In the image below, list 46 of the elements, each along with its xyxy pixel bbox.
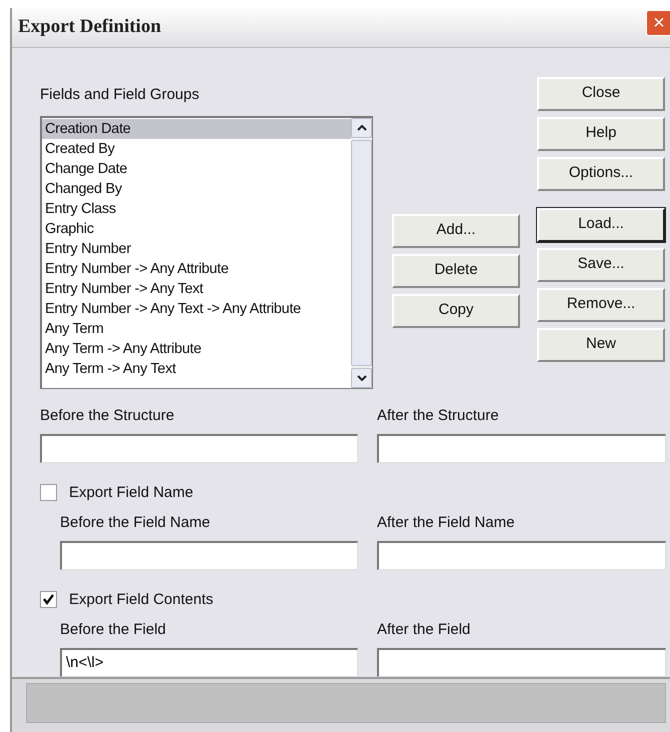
text-field[interactable] [377,648,666,677]
dialog-button[interactable]: Copy [392,294,520,328]
dialog-button[interactable]: Load... [537,208,665,242]
checkbox[interactable] [40,591,57,608]
field-label: Before the Field Name [59,513,212,534]
list-item[interactable]: Created By [42,139,351,160]
scroll-down-icon[interactable] [351,368,372,388]
close-button[interactable]: × [646,10,670,36]
list-item[interactable]: Entry Number [42,239,351,260]
list-label: Fields and Field Groups [40,84,200,105]
text-field[interactable] [377,434,666,463]
checkbox-label: Export Field Contents [69,590,214,610]
field-label: Before the Structure [40,406,176,426]
list-item[interactable]: Any Term -> Any Attribute [42,339,351,360]
field-label: After the Field [377,620,472,640]
dialog-button[interactable]: Remove... [537,288,665,322]
list-item[interactable]: Changed By [42,179,351,200]
text-field[interactable] [40,434,358,463]
dialog-button[interactable]: Add... [392,214,520,248]
list-item[interactable]: Change Date [42,159,351,180]
text-field[interactable] [60,540,358,570]
dialog-button[interactable]: New [537,328,665,362]
text-field[interactable]: \n<\l> [60,648,358,677]
window-title: Export Definition [18,15,162,40]
scroll-up-icon[interactable] [351,118,372,138]
scroll-thumb[interactable] [351,140,372,366]
dialog-button[interactable]: Options... [537,156,665,191]
text-field[interactable] [377,540,666,570]
checkbox[interactable] [40,484,57,502]
list-item[interactable]: Entry Class [42,199,351,220]
checkbox-label: Export Field Name [69,482,194,503]
dialog-button[interactable]: Close [537,76,665,111]
list-item[interactable]: Entry Number -> Any Text -> Any Attribute [42,299,351,320]
list-item[interactable]: Entry Number -> Any Text [42,279,351,300]
list-item[interactable]: Any Term -> Any Text [42,359,351,380]
field-label: After the Field Name [377,513,516,534]
dialog-button[interactable]: Help [537,116,665,151]
dialog-button[interactable]: Save... [537,248,665,282]
list-item[interactable]: Entry Number -> Any Attribute [42,259,351,280]
field-label: Before the Field [59,620,167,640]
list-item[interactable]: Graphic [42,219,351,240]
checkmark-icon [43,594,54,606]
list-item[interactable]: Creation Date [42,119,351,140]
dialog-button[interactable]: Delete [392,254,520,288]
list-item[interactable]: Any Term [42,319,351,340]
field-label: After the Structure [377,406,500,426]
